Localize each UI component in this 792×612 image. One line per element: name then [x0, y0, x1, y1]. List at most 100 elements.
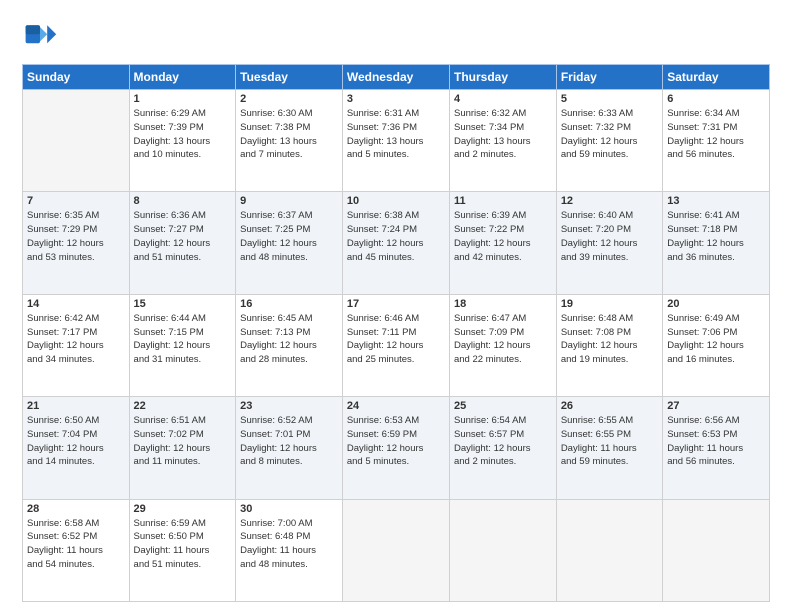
calendar-cell: 23 Sunrise: 6:52 AMSunset: 7:01 PMDayligh… [236, 397, 343, 499]
day-number: 11 [454, 195, 552, 207]
day-detail: Sunrise: 6:31 AMSunset: 7:36 PMDaylight:… [347, 107, 445, 162]
calendar-week-row: 1 Sunrise: 6:29 AMSunset: 7:39 PMDaylight… [23, 90, 770, 192]
day-number: 10 [347, 195, 445, 207]
day-number: 6 [667, 93, 765, 105]
day-number: 30 [240, 503, 338, 515]
day-detail: Sunrise: 6:41 AMSunset: 7:18 PMDaylight:… [667, 209, 765, 264]
day-detail: Sunrise: 6:48 AMSunset: 7:08 PMDaylight:… [561, 312, 658, 367]
day-number: 19 [561, 298, 658, 310]
day-detail: Sunrise: 6:32 AMSunset: 7:34 PMDaylight:… [454, 107, 552, 162]
page: SundayMondayTuesdayWednesdayThursdayFrid… [0, 0, 792, 612]
day-detail: Sunrise: 6:29 AMSunset: 7:39 PMDaylight:… [134, 107, 232, 162]
calendar-cell: 30 Sunrise: 7:00 AMSunset: 6:48 PMDayligh… [236, 499, 343, 601]
calendar-cell: 9Sunrise: 6:37 AMSunset: 7:25 PMDaylight… [236, 192, 343, 294]
calendar-header-row: SundayMondayTuesdayWednesdayThursdayFrid… [23, 65, 770, 90]
day-detail: Sunrise: 6:30 AMSunset: 7:38 PMDaylight:… [240, 107, 338, 162]
day-number: 17 [347, 298, 445, 310]
calendar-cell [23, 90, 130, 192]
day-number: 23 [240, 400, 338, 412]
logo-icon [22, 18, 58, 54]
calendar-table: SundayMondayTuesdayWednesdayThursdayFrid… [22, 64, 770, 602]
header [22, 18, 770, 54]
day-number: 5 [561, 93, 658, 105]
day-number: 21 [27, 400, 125, 412]
day-detail: Sunrise: 6:42 AMSunset: 7:17 PMDaylight:… [27, 312, 125, 367]
calendar-cell: 21 Sunrise: 6:50 AMSunset: 7:04 PMDayligh… [23, 397, 130, 499]
day-detail: Sunrise: 6:52 AMSunset: 7:01 PMDaylight:… [240, 414, 338, 469]
calendar-cell: 29 Sunrise: 6:59 AMSunset: 6:50 PMDayligh… [129, 499, 236, 601]
day-number: 4 [454, 93, 552, 105]
day-number: 12 [561, 195, 658, 207]
day-number: 2 [240, 93, 338, 105]
calendar-week-row: 7 Sunrise: 6:35 AMSunset: 7:29 PMDaylight… [23, 192, 770, 294]
calendar-cell: 20Sunrise: 6:49 AMSunset: 7:06 PMDayligh… [663, 294, 770, 396]
day-detail: Sunrise: 6:35 AMSunset: 7:29 PMDaylight:… [27, 209, 125, 264]
day-detail: Sunrise: 6:45 AMSunset: 7:13 PMDaylight:… [240, 312, 338, 367]
day-detail: Sunrise: 6:36 AMSunset: 7:27 PMDaylight:… [134, 209, 232, 264]
day-number: 29 [134, 503, 232, 515]
calendar-cell: 16 Sunrise: 6:45 AMSunset: 7:13 PMDayligh… [236, 294, 343, 396]
calendar-cell: 3Sunrise: 6:31 AMSunset: 7:36 PMDaylight… [342, 90, 449, 192]
day-number: 18 [454, 298, 552, 310]
day-number: 27 [667, 400, 765, 412]
calendar-cell: 8Sunrise: 6:36 AMSunset: 7:27 PMDaylight… [129, 192, 236, 294]
day-number: 26 [561, 400, 658, 412]
day-detail: Sunrise: 6:39 AMSunset: 7:22 PMDaylight:… [454, 209, 552, 264]
day-number: 7 [27, 195, 125, 207]
calendar-cell: 7 Sunrise: 6:35 AMSunset: 7:29 PMDaylight… [23, 192, 130, 294]
calendar-cell: 15 Sunrise: 6:44 AMSunset: 7:15 PMDayligh… [129, 294, 236, 396]
calendar-cell: 27Sunrise: 6:56 AMSunset: 6:53 PMDayligh… [663, 397, 770, 499]
day-number: 1 [134, 93, 232, 105]
day-detail: Sunrise: 6:53 AMSunset: 6:59 PMDaylight:… [347, 414, 445, 469]
day-detail: Sunrise: 6:47 AMSunset: 7:09 PMDaylight:… [454, 312, 552, 367]
day-detail: Sunrise: 6:49 AMSunset: 7:06 PMDaylight:… [667, 312, 765, 367]
calendar-cell: 17 Sunrise: 6:46 AMSunset: 7:11 PMDayligh… [342, 294, 449, 396]
day-number: 28 [27, 503, 125, 515]
day-detail: Sunrise: 6:37 AMSunset: 7:25 PMDaylight:… [240, 209, 338, 264]
day-number: 24 [347, 400, 445, 412]
day-number: 22 [134, 400, 232, 412]
day-detail: Sunrise: 6:51 AMSunset: 7:02 PMDaylight:… [134, 414, 232, 469]
day-detail: Sunrise: 6:44 AMSunset: 7:15 PMDaylight:… [134, 312, 232, 367]
day-number: 15 [134, 298, 232, 310]
column-header-sunday: Sunday [23, 65, 130, 90]
day-detail: Sunrise: 6:38 AMSunset: 7:24 PMDaylight:… [347, 209, 445, 264]
day-detail: Sunrise: 6:55 AMSunset: 6:55 PMDaylight:… [561, 414, 658, 469]
day-number: 25 [454, 400, 552, 412]
day-detail: Sunrise: 6:59 AMSunset: 6:50 PMDaylight:… [134, 517, 232, 572]
calendar-cell: 6Sunrise: 6:34 AMSunset: 7:31 PMDaylight… [663, 90, 770, 192]
day-detail: Sunrise: 6:46 AMSunset: 7:11 PMDaylight:… [347, 312, 445, 367]
calendar-cell: 5Sunrise: 6:33 AMSunset: 7:32 PMDaylight… [556, 90, 662, 192]
calendar-cell: 4 Sunrise: 6:32 AMSunset: 7:34 PMDaylight… [449, 90, 556, 192]
column-header-tuesday: Tuesday [236, 65, 343, 90]
calendar-cell: 10 Sunrise: 6:38 AMSunset: 7:24 PMDayligh… [342, 192, 449, 294]
calendar-cell [342, 499, 449, 601]
column-header-saturday: Saturday [663, 65, 770, 90]
column-header-thursday: Thursday [449, 65, 556, 90]
calendar-cell: 1 Sunrise: 6:29 AMSunset: 7:39 PMDaylight… [129, 90, 236, 192]
column-header-friday: Friday [556, 65, 662, 90]
calendar-cell: 12 Sunrise: 6:40 AMSunset: 7:20 PMDayligh… [556, 192, 662, 294]
calendar-cell: 14 Sunrise: 6:42 AMSunset: 7:17 PMDayligh… [23, 294, 130, 396]
calendar-cell: 24 Sunrise: 6:53 AMSunset: 6:59 PMDayligh… [342, 397, 449, 499]
day-number: 13 [667, 195, 765, 207]
calendar-cell: 13 Sunrise: 6:41 AMSunset: 7:18 PMDayligh… [663, 192, 770, 294]
day-detail: Sunrise: 6:54 AMSunset: 6:57 PMDaylight:… [454, 414, 552, 469]
calendar-cell: 19 Sunrise: 6:48 AMSunset: 7:08 PMDayligh… [556, 294, 662, 396]
calendar-cell: 28 Sunrise: 6:58 AMSunset: 6:52 PMDayligh… [23, 499, 130, 601]
calendar-cell [556, 499, 662, 601]
day-detail: Sunrise: 7:00 AMSunset: 6:48 PMDaylight:… [240, 517, 338, 572]
day-number: 14 [27, 298, 125, 310]
calendar-cell [449, 499, 556, 601]
column-header-wednesday: Wednesday [342, 65, 449, 90]
calendar-cell: 26 Sunrise: 6:55 AMSunset: 6:55 PMDayligh… [556, 397, 662, 499]
day-detail: Sunrise: 6:50 AMSunset: 7:04 PMDaylight:… [27, 414, 125, 469]
column-header-monday: Monday [129, 65, 236, 90]
calendar-cell: 11 Sunrise: 6:39 AMSunset: 7:22 PMDayligh… [449, 192, 556, 294]
calendar-cell [663, 499, 770, 601]
day-detail: Sunrise: 6:58 AMSunset: 6:52 PMDaylight:… [27, 517, 125, 572]
day-number: 16 [240, 298, 338, 310]
calendar-cell: 2 Sunrise: 6:30 AMSunset: 7:38 PMDaylight… [236, 90, 343, 192]
day-detail: Sunrise: 6:40 AMSunset: 7:20 PMDaylight:… [561, 209, 658, 264]
calendar-week-row: 21 Sunrise: 6:50 AMSunset: 7:04 PMDayligh… [23, 397, 770, 499]
